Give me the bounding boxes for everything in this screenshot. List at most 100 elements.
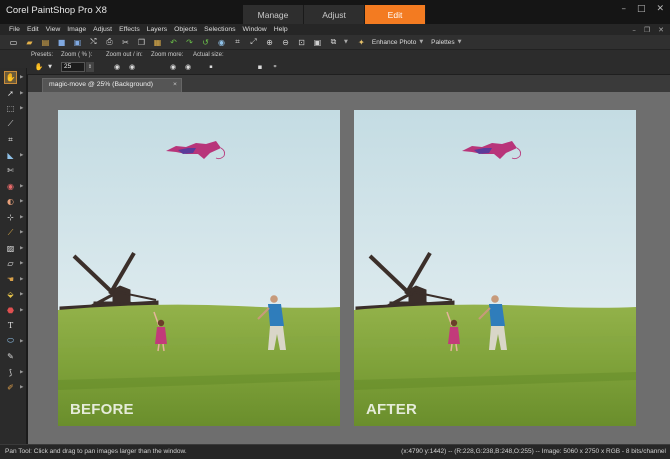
zoom-out-button[interactable]: ◉	[111, 62, 123, 72]
workspace-tabs: Manage Adjust Edit	[243, 5, 426, 24]
print-icon[interactable]: ⎙	[104, 37, 115, 48]
dropper-tool[interactable]: ⟋	[0, 117, 27, 133]
duplicate-dropdown-icon[interactable]: ▼	[344, 39, 348, 45]
enhance-photo-dropdown-icon[interactable]: ▼	[419, 39, 423, 45]
menu-layers[interactable]: Layers	[147, 26, 167, 33]
document-area: magic-move @ 25% (Background) × BEFORE A…	[28, 75, 670, 444]
enhance-photo-button[interactable]: Enhance Photo	[372, 39, 416, 46]
fit-image-button[interactable]: ⌗	[269, 62, 281, 72]
menu-objects[interactable]: Objects	[174, 26, 197, 33]
document-tab[interactable]: magic-move @ 25% (Background) ×	[42, 78, 182, 92]
menu-window[interactable]: Window	[243, 26, 267, 33]
open-folder-icon[interactable]: ▰	[24, 37, 35, 48]
color-replacer-tool[interactable]: ⬣ ▶	[0, 303, 27, 319]
clone-tool[interactable]: ⊹ ▶	[0, 210, 27, 226]
straighten-tool[interactable]: ◣ ▶	[0, 148, 27, 164]
zoom-more-out-button[interactable]: ◉	[167, 62, 179, 72]
fit-icon[interactable]: ⊡	[296, 37, 307, 48]
warp-icon: ⟆	[8, 367, 13, 377]
eraser-tool[interactable]: ▱ ▶	[0, 256, 27, 272]
pan-tool[interactable]: ✋ ▶	[0, 70, 27, 86]
save-as-icon[interactable]: ▣	[72, 37, 83, 48]
browse-icon[interactable]: ▤	[40, 37, 51, 48]
zoom-spinner[interactable]: ⇕	[86, 62, 94, 72]
crop-icon[interactable]: ⌗	[232, 37, 243, 48]
close-document-icon[interactable]: ×	[173, 81, 177, 88]
copy-icon[interactable]: ❐	[136, 37, 147, 48]
text-cutout-tool[interactable]: ✄	[0, 163, 27, 179]
gradient-tool[interactable]: ▨ ▶	[0, 241, 27, 257]
shape-tool[interactable]: ⬭ ▶	[0, 334, 27, 350]
crop-icon: ⌗	[8, 134, 13, 144]
text-tool[interactable]: T	[0, 318, 27, 334]
paste-icon[interactable]: ▦	[152, 37, 163, 48]
straighten-icon: ◣	[7, 150, 14, 160]
tool-options-bar: Presets: ✋ ▼ Zoom ( % ): 25 ⇕ Zoom out /…	[27, 50, 670, 75]
document-tab-bar: magic-move @ 25% (Background) ×	[28, 75, 670, 92]
zoom-out-icon[interactable]: ⊖	[280, 37, 291, 48]
menu-edit[interactable]: Edit	[27, 26, 39, 33]
red-eye-tool[interactable]: ◉ ▶	[0, 179, 27, 195]
actual-size-button[interactable]: ▪	[205, 62, 217, 72]
close-button[interactable]: ✕	[656, 4, 664, 14]
tab-manage[interactable]: Manage	[243, 5, 304, 24]
zoom-label: Zoom ( % ):	[61, 52, 93, 58]
menu-effects[interactable]: Effects	[119, 26, 140, 33]
title-bar: Corel PaintShop Pro X8 Manage Adjust Edi…	[0, 0, 670, 24]
image-canvas[interactable]: BEFORE AFTER	[58, 110, 636, 426]
crop-tool[interactable]: ⌗	[0, 132, 27, 148]
document-window-controls: – ❐ ✕	[632, 26, 664, 34]
brush-icon: ⟋	[7, 227, 14, 237]
scissors-icon: ✄	[7, 166, 14, 176]
makeover-tool[interactable]: ◐ ▶	[0, 194, 27, 210]
zoom-more-in-button[interactable]: ◉	[182, 62, 194, 72]
after-label: AFTER	[366, 401, 417, 418]
zoom-in-button[interactable]: ◉	[126, 62, 138, 72]
menu-help[interactable]: Help	[274, 26, 288, 33]
after-photo	[354, 110, 636, 426]
undo-icon[interactable]: ↶	[168, 37, 179, 48]
zoom-input[interactable]: 25	[61, 62, 85, 72]
pick-tool[interactable]: ➚ ▶	[0, 86, 27, 102]
minimize-button[interactable]: –	[621, 4, 626, 14]
menu-image[interactable]: Image	[67, 26, 86, 33]
paint-brush-tool[interactable]: ⟋ ▶	[0, 225, 27, 241]
doc-close-button[interactable]: ✕	[658, 26, 664, 34]
fill-tool[interactable]: ⬙ ▶	[0, 287, 27, 303]
save-icon[interactable]: ■	[56, 37, 67, 48]
menu-file[interactable]: File	[9, 26, 20, 33]
enhance-photo-icon[interactable]: ✦	[356, 37, 367, 48]
warp-brush-tool[interactable]: ⟆ ▶	[0, 365, 27, 381]
menu-view[interactable]: View	[46, 26, 61, 33]
pointer-icon: ➚	[7, 88, 14, 98]
cut-icon[interactable]: ✂	[120, 37, 131, 48]
menu-selections[interactable]: Selections	[204, 26, 235, 33]
duplicate-icon[interactable]: ⧉	[328, 37, 339, 48]
before-label: BEFORE	[70, 401, 134, 418]
pen-tool[interactable]: ✎	[0, 349, 27, 365]
maximize-button[interactable]: □	[637, 4, 646, 14]
standard-toolbar: ▭ ▰ ▤ ■ ▣ ⤭ ⎙ ✂ ❐ ▦ ↶ ↷ ↺ ◉ ⌗ ⤢ ⊕ ⊖ ⊡ ▣ …	[0, 35, 670, 50]
tab-edit[interactable]: Edit	[365, 5, 426, 24]
redo-icon[interactable]: ↷	[184, 37, 195, 48]
history-icon[interactable]: ↺	[200, 37, 211, 48]
share-icon[interactable]: ⤭	[88, 37, 99, 48]
full-screen-icon[interactable]: ▣	[312, 37, 323, 48]
presets-dropdown-icon[interactable]: ▼	[44, 62, 56, 72]
smudge-tool[interactable]: ☚ ▶	[0, 272, 27, 288]
zoom-in-icon[interactable]: ⊕	[264, 37, 275, 48]
doc-restore-button[interactable]: ❐	[644, 26, 650, 34]
menu-adjust[interactable]: Adjust	[93, 26, 112, 33]
tube-icon: ✐	[7, 383, 14, 393]
app-title: Corel PaintShop Pro X8	[6, 5, 107, 16]
palettes-dropdown-icon[interactable]: ▼	[458, 39, 462, 45]
fit-window-button[interactable]: ▪	[254, 62, 266, 72]
palettes-button[interactable]: Palettes	[431, 39, 455, 46]
new-file-icon[interactable]: ▭	[8, 37, 19, 48]
resize-icon[interactable]: ⤢	[248, 37, 259, 48]
selection-tool[interactable]: ⬚ ▶	[0, 101, 27, 117]
tab-adjust[interactable]: Adjust	[304, 5, 365, 24]
doc-minimize-button[interactable]: –	[632, 26, 636, 34]
picture-tube-tool[interactable]: ✐ ▶	[0, 380, 27, 396]
globe-icon[interactable]: ◉	[216, 37, 227, 48]
